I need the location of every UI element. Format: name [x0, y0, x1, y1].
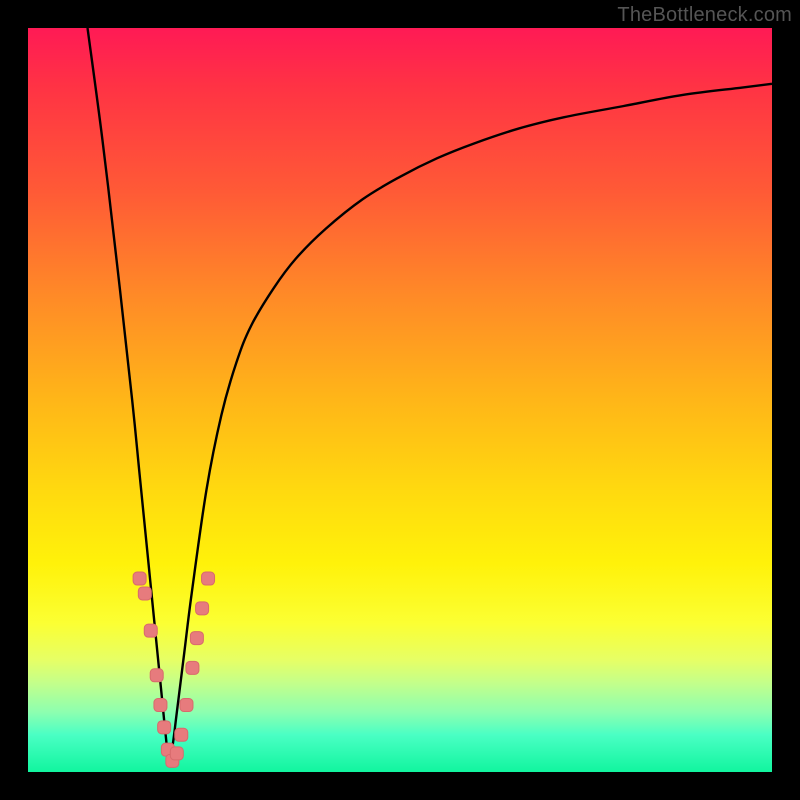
sample-point [196, 602, 209, 615]
plot-area [28, 28, 772, 772]
sample-point [202, 572, 215, 585]
bottleneck-curve [88, 28, 772, 765]
bottleneck-curve-path [88, 28, 772, 765]
sample-point [190, 632, 203, 645]
sample-point [186, 661, 199, 674]
curve-layer [28, 28, 772, 772]
sample-point [158, 721, 171, 734]
sample-point [133, 572, 146, 585]
sample-point [144, 624, 157, 637]
watermark-text: TheBottleneck.com [617, 4, 792, 27]
sample-point [150, 669, 163, 682]
sample-point [180, 699, 193, 712]
sample-point [138, 587, 151, 600]
outer-frame: TheBottleneck.com [0, 0, 800, 800]
sample-point [170, 747, 183, 760]
sample-point [154, 699, 167, 712]
sample-point [175, 728, 188, 741]
